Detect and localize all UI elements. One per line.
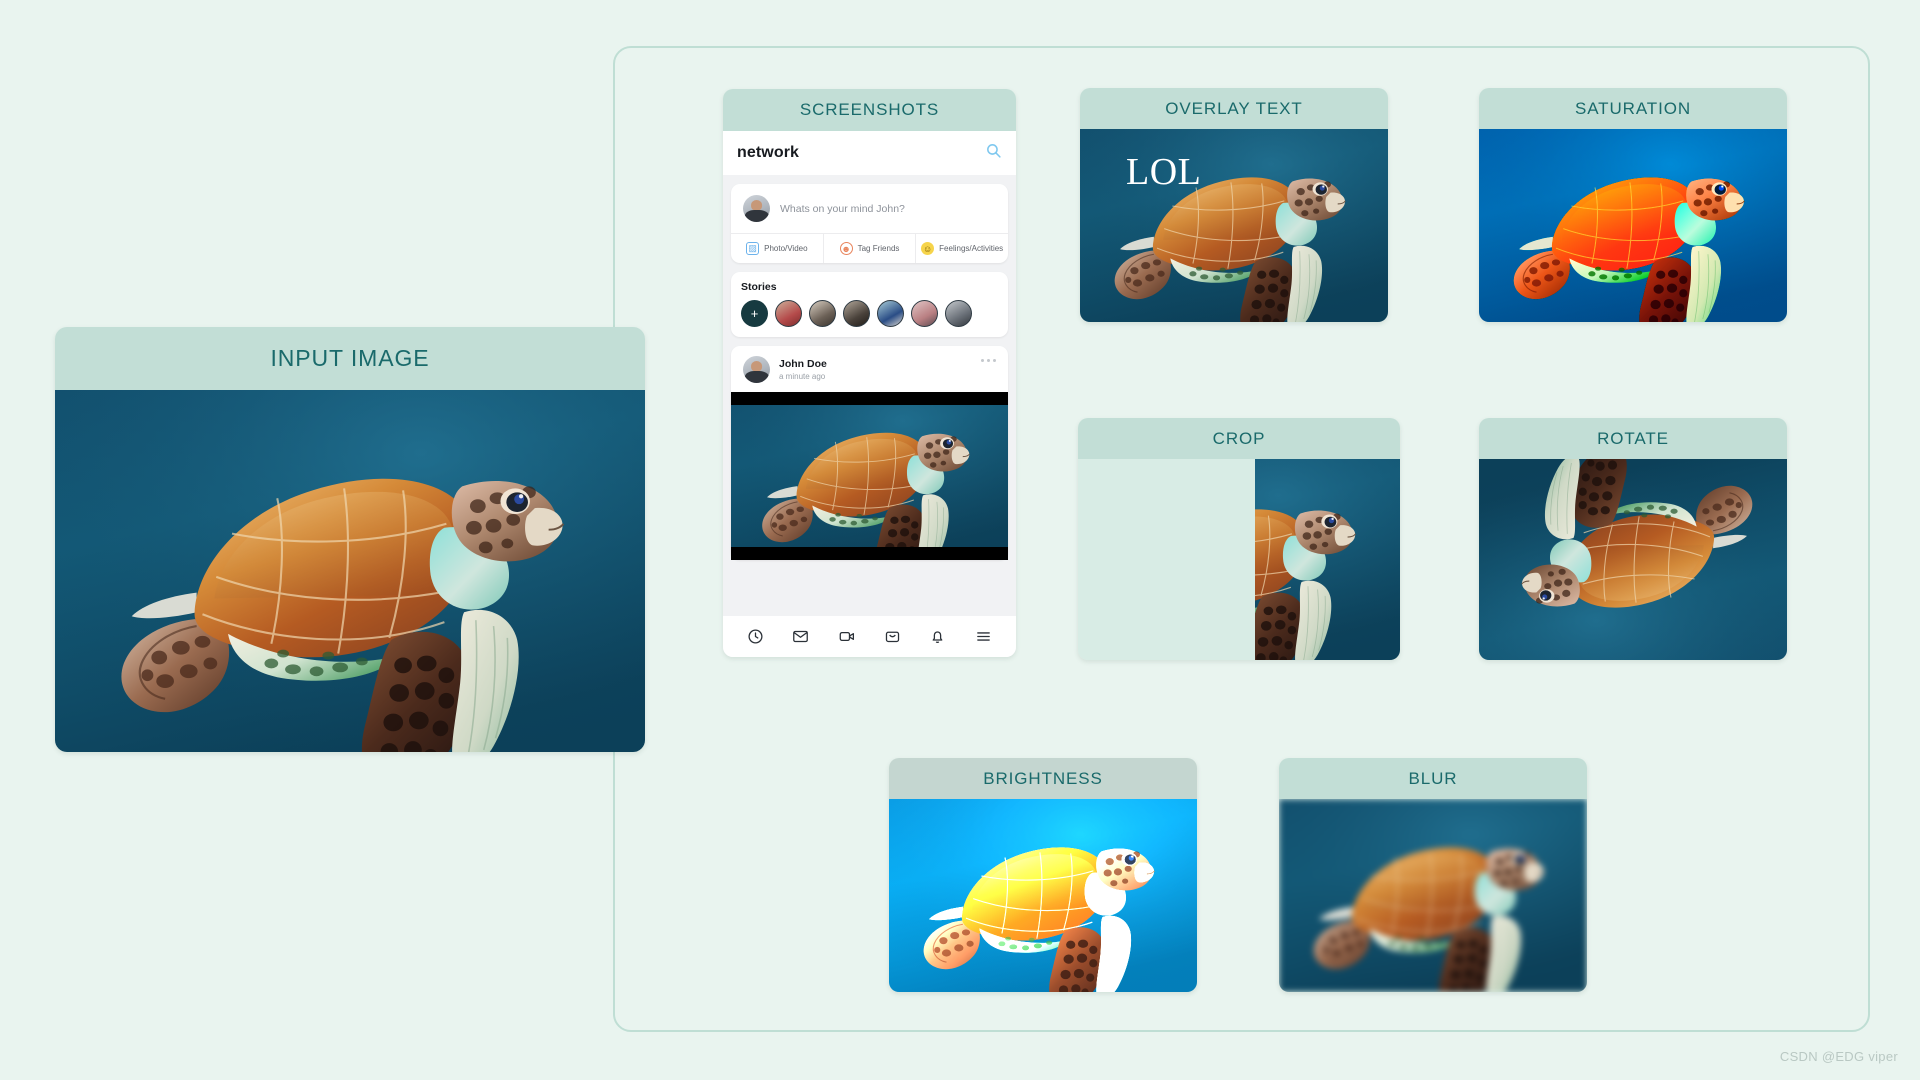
post-media bbox=[731, 392, 1008, 560]
clock-icon[interactable] bbox=[747, 628, 764, 645]
story-item[interactable] bbox=[843, 300, 870, 327]
overlay-text-canvas: LOL bbox=[1080, 129, 1388, 322]
action-photo-video[interactable]: ▨ Photo/Video bbox=[731, 234, 824, 263]
composer-card[interactable]: Whats on your mind John? ▨ Photo/Video ☻… bbox=[731, 184, 1008, 263]
emoji-icon: ☺ bbox=[921, 242, 935, 255]
turtle-scene-crop bbox=[1255, 459, 1400, 660]
card-rotate[interactable]: ROTATE bbox=[1479, 418, 1787, 660]
avatar bbox=[743, 195, 770, 222]
action-feelings-label: Feelings/Activities bbox=[939, 244, 1004, 253]
card-title-brightness: BRIGHTNESS bbox=[889, 758, 1197, 799]
rotate-canvas bbox=[1479, 459, 1787, 660]
search-icon[interactable] bbox=[985, 142, 1002, 164]
card-screenshots[interactable]: SCREENSHOTS network Whats on your mind J… bbox=[723, 89, 1016, 657]
add-story-button[interactable]: + bbox=[741, 300, 768, 327]
bell-icon[interactable] bbox=[929, 628, 946, 645]
avatar bbox=[743, 356, 770, 383]
card-title-screenshots: SCREENSHOTS bbox=[723, 89, 1016, 131]
card-title-input-image: INPUT IMAGE bbox=[55, 327, 645, 390]
card-blur[interactable]: BLUR bbox=[1279, 758, 1587, 992]
turtle-scene-saturation bbox=[1479, 129, 1787, 322]
card-saturation[interactable]: SATURATION bbox=[1479, 88, 1787, 322]
stories-title: Stories bbox=[741, 281, 777, 293]
card-title-overlay-text: OVERLAY TEXT bbox=[1080, 88, 1388, 129]
photo-icon: ▨ bbox=[746, 242, 760, 255]
add-story-plus: + bbox=[750, 306, 759, 321]
crop-canvas bbox=[1078, 459, 1400, 660]
story-item[interactable] bbox=[945, 300, 972, 327]
crop-region bbox=[1255, 459, 1400, 660]
turtle-scene-original bbox=[55, 390, 645, 752]
bag-icon[interactable] bbox=[884, 628, 901, 645]
page-root: INPUT IMAGE SCREENSHOTS network Whats on… bbox=[0, 0, 1920, 1080]
story-item[interactable] bbox=[775, 300, 802, 327]
brightness-canvas bbox=[889, 799, 1197, 992]
overlay-text-label: LOL bbox=[1126, 151, 1202, 193]
phone-mockup: network Whats on your mind John? ▨ Photo… bbox=[723, 131, 1016, 657]
action-feelings[interactable]: ☺ Feelings/Activities bbox=[916, 234, 1008, 263]
menu-icon[interactable] bbox=[975, 628, 992, 645]
watermark: CSDN @EDG viper bbox=[1779, 1049, 1898, 1064]
turtle-scene-rotate bbox=[1479, 459, 1787, 660]
phone-search-bar[interactable]: network bbox=[723, 131, 1016, 175]
mail-icon[interactable] bbox=[792, 628, 809, 645]
action-tag-friends-label: Tag Friends bbox=[857, 244, 900, 253]
post-header: John Doe a minute ago bbox=[731, 346, 1008, 392]
search-input[interactable]: network bbox=[737, 144, 799, 162]
card-title-rotate: ROTATE bbox=[1479, 418, 1787, 459]
screenshots-canvas: network Whats on your mind John? ▨ Photo… bbox=[723, 131, 1016, 657]
card-title-saturation: SATURATION bbox=[1479, 88, 1787, 129]
stories-row[interactable]: + bbox=[741, 300, 998, 327]
turtle-scene-brightness bbox=[889, 799, 1197, 992]
bottom-nav[interactable] bbox=[723, 616, 1016, 657]
card-title-crop: CROP bbox=[1078, 418, 1400, 459]
composer-row[interactable]: Whats on your mind John? bbox=[731, 184, 1008, 233]
action-tag-friends[interactable]: ☻ Tag Friends bbox=[824, 234, 917, 263]
post-more-options-icon[interactable] bbox=[981, 359, 996, 362]
card-overlay-text[interactable]: OVERLAY TEXT LOL bbox=[1080, 88, 1388, 322]
saturation-canvas bbox=[1479, 129, 1787, 322]
card-title-blur: BLUR bbox=[1279, 758, 1587, 799]
post-time: a minute ago bbox=[779, 371, 826, 381]
card-brightness[interactable]: BRIGHTNESS bbox=[889, 758, 1197, 992]
input-image-canvas bbox=[55, 390, 645, 752]
blur-canvas bbox=[1279, 799, 1587, 992]
action-photo-video-label: Photo/Video bbox=[764, 244, 808, 253]
story-item[interactable] bbox=[809, 300, 836, 327]
story-item[interactable] bbox=[877, 300, 904, 327]
story-item[interactable] bbox=[911, 300, 938, 327]
composer-placeholder[interactable]: Whats on your mind John? bbox=[780, 203, 905, 215]
stories-card: Stories + bbox=[731, 272, 1008, 337]
composer-actions: ▨ Photo/Video ☻ Tag Friends ☺ Feelings/A… bbox=[731, 233, 1008, 263]
post-card: John Doe a minute ago bbox=[731, 346, 1008, 560]
card-crop[interactable]: CROP bbox=[1078, 418, 1400, 660]
tag-friends-icon: ☻ bbox=[839, 242, 853, 255]
card-input-image[interactable]: INPUT IMAGE bbox=[55, 327, 645, 752]
turtle-scene-blur bbox=[1279, 799, 1587, 992]
video-icon[interactable] bbox=[838, 628, 856, 645]
post-author: John Doe bbox=[779, 358, 827, 371]
